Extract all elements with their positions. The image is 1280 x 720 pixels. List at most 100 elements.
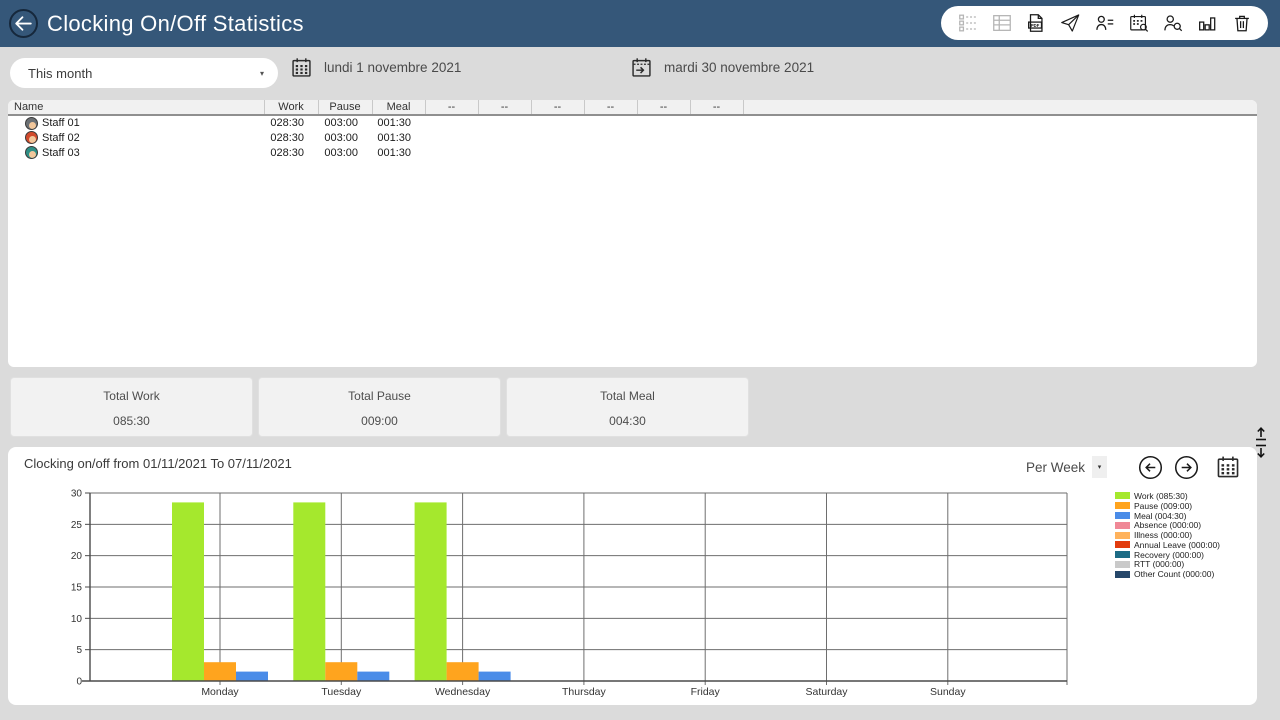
column-header-empty-4[interactable]: -- <box>425 100 478 115</box>
total-meal-card: Total Meal 004:30 <box>506 377 749 437</box>
bar-chart-icon[interactable] <box>1196 12 1219 35</box>
date-range-value: This month <box>28 66 260 81</box>
x-tick-label: Saturday <box>805 686 848 698</box>
legend-swatch <box>1115 571 1130 578</box>
start-date-label: lundi 1 novembre 2021 <box>324 60 461 75</box>
cell-meal: 001:30 <box>372 115 425 130</box>
calendar-search-icon[interactable] <box>1127 12 1150 35</box>
staff-avatar <box>25 146 38 159</box>
back-button[interactable] <box>9 9 38 38</box>
bar-meal-wednesday[interactable] <box>479 672 511 681</box>
column-header-filler <box>743 100 1257 115</box>
total-pause-value: 009:00 <box>259 414 500 428</box>
legend-swatch <box>1115 522 1130 529</box>
bar-work-wednesday[interactable] <box>415 502 447 681</box>
x-tick-label: Tuesday <box>321 686 362 698</box>
column-header-pause[interactable]: Pause <box>318 100 372 115</box>
bar-pause-tuesday[interactable] <box>325 662 357 681</box>
column-header-name[interactable]: Name <box>8 100 264 115</box>
y-tick-label: 25 <box>71 520 83 531</box>
legend-item: Meal (004:30) <box>1115 511 1220 521</box>
pdf-export-icon[interactable]: PDF <box>1025 12 1048 35</box>
legend-item: RTT (000:00) <box>1115 560 1220 570</box>
legend-item: Absence (000:00) <box>1115 520 1220 530</box>
end-date-picker[interactable]: mardi 30 novembre 2021 <box>630 56 814 79</box>
staff-name: Staff 02 <box>42 132 80 144</box>
column-header-work[interactable]: Work <box>264 100 318 115</box>
cell-work: 028:30 <box>264 115 318 130</box>
legend-swatch <box>1115 561 1130 568</box>
bar-work-monday[interactable] <box>172 502 204 681</box>
person-search-icon[interactable] <box>1162 12 1185 35</box>
legend-swatch <box>1115 541 1130 548</box>
legend-label: Meal (004:30) <box>1134 511 1186 521</box>
total-work-label: Total Work <box>11 389 252 403</box>
expand-up-icon[interactable] <box>1253 426 1269 441</box>
total-pause-label: Total Pause <box>259 389 500 403</box>
bar-meal-monday[interactable] <box>236 672 268 681</box>
calendar-arrow-icon <box>630 56 653 79</box>
filter-row: This month ▾ lundi 1 novembre 2021 mardi… <box>0 47 1280 100</box>
bar-chart: 051015202530MondayTuesdayWednesdayThursd… <box>8 447 1257 705</box>
legend-label: Recovery (000:00) <box>1134 550 1204 560</box>
app-header: Clocking On/Off Statistics PDF <box>0 0 1280 47</box>
table-row[interactable]: Staff 01028:30003:00001:30 <box>8 115 1257 130</box>
legend-item: Work (085:30) <box>1115 491 1220 501</box>
table-icon <box>990 12 1013 35</box>
send-icon[interactable] <box>1059 12 1082 35</box>
total-meal-label: Total Meal <box>507 389 748 403</box>
cell-pause: 003:00 <box>318 145 372 160</box>
start-date-picker[interactable]: lundi 1 novembre 2021 <box>290 56 461 79</box>
legend-item: Recovery (000:00) <box>1115 550 1220 560</box>
column-header-meal[interactable]: Meal <box>372 100 425 115</box>
bar-work-tuesday[interactable] <box>293 502 325 681</box>
table-header-row: NameWorkPauseMeal------------ <box>8 100 1257 115</box>
checklist-icon <box>956 12 979 35</box>
staff-table-panel: NameWorkPauseMeal------------ Staff 0102… <box>8 100 1257 367</box>
contact-list-icon[interactable] <box>1093 12 1116 35</box>
cell-work: 028:30 <box>264 145 318 160</box>
end-date-label: mardi 30 novembre 2021 <box>664 60 814 75</box>
column-header-empty-7[interactable]: -- <box>584 100 637 115</box>
y-tick-label: 30 <box>71 489 83 500</box>
column-header-empty-5[interactable]: -- <box>478 100 531 115</box>
column-header-empty-9[interactable]: -- <box>690 100 743 115</box>
date-range-select[interactable]: This month ▾ <box>10 58 278 88</box>
legend-label: RTT (000:00) <box>1134 559 1184 569</box>
chart-panel: Clocking on/off from 01/11/2021 To 07/11… <box>8 447 1257 705</box>
total-work-card: Total Work 085:30 <box>10 377 253 437</box>
staff-avatar <box>25 131 38 144</box>
bar-pause-wednesday[interactable] <box>447 662 479 681</box>
chevron-down-icon: ▾ <box>260 69 264 78</box>
chart-legend: Work (085:30) Pause (009:00) Meal (004:3… <box>1115 491 1220 579</box>
bar-meal-tuesday[interactable] <box>357 672 389 681</box>
toolbar: PDF <box>941 6 1268 40</box>
legend-swatch <box>1115 532 1130 539</box>
legend-swatch <box>1115 492 1130 499</box>
legend-swatch <box>1115 512 1130 519</box>
legend-item: Pause (009:00) <box>1115 501 1220 511</box>
trash-icon[interactable] <box>1230 12 1253 35</box>
legend-label: Illness (000:00) <box>1134 530 1192 540</box>
calendar-icon <box>290 56 313 79</box>
legend-label: Pause (009:00) <box>1134 501 1192 511</box>
table-row[interactable]: Staff 03028:30003:00001:30 <box>8 145 1257 160</box>
table-row[interactable]: Staff 02028:30003:00001:30 <box>8 130 1257 145</box>
cell-pause: 003:00 <box>318 130 372 145</box>
legend-label: Annual Leave (000:00) <box>1134 540 1220 550</box>
cell-work: 028:30 <box>264 130 318 145</box>
y-tick-label: 15 <box>71 583 83 594</box>
staff-name: Staff 03 <box>42 147 80 159</box>
legend-label: Other Count (000:00) <box>1134 569 1214 579</box>
staff-name: Staff 01 <box>42 117 80 129</box>
column-header-empty-8[interactable]: -- <box>637 100 690 115</box>
legend-item: Annual Leave (000:00) <box>1115 540 1220 550</box>
y-tick-label: 20 <box>71 551 83 562</box>
x-tick-label: Sunday <box>930 686 966 698</box>
legend-label: Absence (000:00) <box>1134 520 1201 530</box>
column-header-empty-6[interactable]: -- <box>531 100 584 115</box>
total-pause-card: Total Pause 009:00 <box>258 377 501 437</box>
legend-item: Illness (000:00) <box>1115 530 1220 540</box>
staff-avatar <box>25 117 38 130</box>
bar-pause-monday[interactable] <box>204 662 236 681</box>
